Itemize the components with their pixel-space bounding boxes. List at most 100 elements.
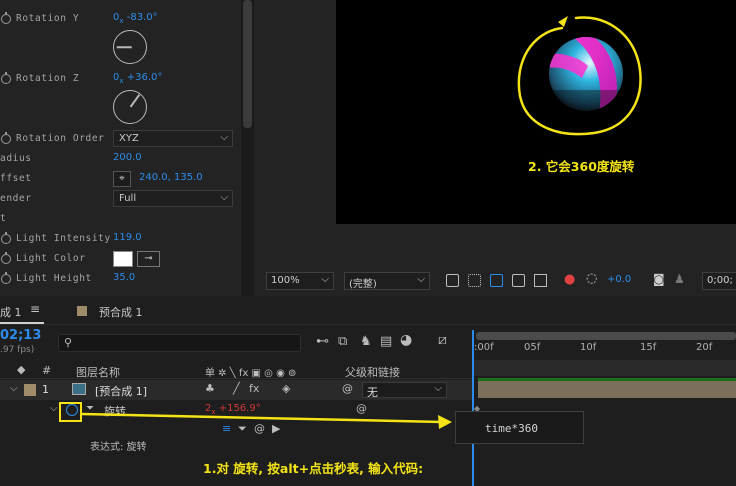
- pick-whip-icon[interactable]: @: [342, 382, 353, 395]
- chevron-down-icon[interactable]: ⌵: [50, 403, 58, 414]
- rotation-y-label: Rotation Y: [16, 13, 80, 24]
- fps-label: .97 fps): [0, 345, 35, 355]
- stopwatch-icon[interactable]: [1, 252, 11, 264]
- work-area-bar[interactable]: [476, 332, 736, 340]
- light-height-label: Light Height: [16, 273, 92, 284]
- hide-shy-layers-icon[interactable]: ♞: [360, 334, 372, 349]
- chevron-down-icon: ⌵: [220, 192, 228, 203]
- offset-value[interactable]: 240.0, 135.0: [139, 172, 203, 183]
- rotation-z-row: Rotation Z 0x +36.0°: [0, 69, 240, 89]
- radius-row: adius 200.0: [0, 149, 240, 169]
- color-management-icon[interactable]: ◌: [586, 271, 597, 286]
- region-of-interest-icon[interactable]: [512, 274, 525, 287]
- comp-mini-flowchart-icon[interactable]: ⊷: [316, 334, 329, 349]
- graph-editor-icon[interactable]: ⧄: [438, 332, 447, 348]
- annotation-instructions: 1.对 旋转, 按alt+点击秒表, 输入代码:: [203, 461, 424, 476]
- motion-blur-icon[interactable]: ◕: [400, 332, 412, 348]
- stopwatch-icon[interactable]: [1, 232, 11, 244]
- chevron-down-icon: ⌵: [417, 274, 425, 285]
- light-intensity-row: Light Intensity 119.0: [0, 229, 240, 249]
- show-snapshot-icon[interactable]: ♟: [674, 272, 685, 286]
- stopwatch-icon[interactable]: [1, 72, 11, 84]
- rotation-z-dial[interactable]: [113, 90, 147, 124]
- transparency-grid-icon[interactable]: [468, 274, 481, 287]
- expression-label: 表达式: 旋转: [90, 442, 147, 453]
- stopwatch-icon[interactable]: [1, 132, 11, 144]
- light-intensity-value[interactable]: 119.0: [113, 232, 142, 243]
- annotation-arrow: [81, 412, 452, 429]
- light-height-value[interactable]: 35.0: [113, 272, 135, 283]
- mask-visibility-icon[interactable]: [490, 274, 503, 287]
- rotation-order-label: Rotation Order: [16, 133, 105, 144]
- camera-snapshot-icon[interactable]: ◙: [653, 272, 665, 286]
- tab-menu-icon[interactable]: ≡: [30, 302, 40, 316]
- ruler-tick-label: 20f: [696, 342, 713, 353]
- current-time-box[interactable]: 0;00;: [702, 272, 736, 290]
- tab-precomp-1[interactable]: 预合成 1: [99, 304, 143, 320]
- parent-dropdown[interactable]: 无 ⌵: [362, 382, 447, 399]
- shy-switch-icon[interactable]: ♣: [205, 382, 215, 395]
- quality-switch-icon[interactable]: ╱: [233, 382, 240, 395]
- radius-value[interactable]: 200.0: [113, 152, 142, 163]
- chevron-down-icon[interactable]: ⌵: [10, 383, 18, 394]
- resolution-dropdown[interactable]: (完整) ⌵: [344, 272, 430, 290]
- eyedropper-icon[interactable]: ⊸: [137, 251, 160, 267]
- light-group-row: t: [0, 209, 240, 229]
- light-color-label: Light Color: [16, 253, 86, 264]
- rotation-z-label: Rotation Z: [16, 73, 80, 84]
- ruler-tick-label: 10f: [580, 342, 597, 353]
- scroll-thumb[interactable]: [243, 0, 252, 128]
- rotation-order-dropdown[interactable]: XYZ ⌵: [113, 130, 233, 147]
- composition-canvas[interactable]: [336, 0, 736, 224]
- tab-composition-1[interactable]: 成 1: [0, 304, 22, 320]
- search-icon: ⚲: [64, 336, 73, 349]
- stopwatch-icon[interactable]: [1, 272, 11, 284]
- light-color-row: Light Color ⊸: [0, 249, 240, 269]
- layer-index: 1: [42, 383, 49, 396]
- rotation-y-value[interactable]: 0x -83.0°: [113, 12, 158, 25]
- effect-controls-scrollbar[interactable]: [241, 0, 254, 296]
- render-dropdown[interactable]: Full ⌵: [113, 190, 233, 207]
- layer-color-swatch[interactable]: [24, 384, 36, 396]
- tab-color-swatch: [77, 306, 87, 316]
- snapshot-region-icon[interactable]: [446, 274, 459, 287]
- stopwatch-icon[interactable]: [1, 12, 11, 24]
- playhead[interactable]: [472, 330, 474, 486]
- crosshair-icon[interactable]: ⌖: [113, 171, 131, 187]
- active-tab-underline: [0, 322, 44, 324]
- light-group-label: t: [0, 213, 7, 224]
- ruler-tick-label: 15f: [640, 342, 657, 353]
- expression-code[interactable]: time*360: [485, 422, 538, 435]
- grid-guides-icon[interactable]: [534, 274, 547, 287]
- layer-name[interactable]: [预合成 1]: [95, 383, 147, 399]
- channel-rgb-icon[interactable]: ●: [564, 272, 575, 287]
- zoom-dropdown[interactable]: 100% ⌵: [266, 272, 334, 290]
- offset-label: ffset: [0, 173, 32, 184]
- annotation-stopwatch-highlight: [59, 402, 82, 422]
- layer-row[interactable]: ⌵ 1 [预合成 1] ♣ ╱ fx ◈ @ 无 ⌵: [0, 380, 472, 400]
- annotation-arrow-head: [558, 16, 568, 27]
- exposure-value[interactable]: +0.0: [607, 274, 631, 285]
- layer-search-input[interactable]: ⚲: [58, 334, 301, 352]
- radius-label: adius: [0, 153, 32, 164]
- render-label: ender: [0, 193, 32, 204]
- rotation-y-dial[interactable]: [113, 30, 147, 64]
- viewer-toolbar: 100% ⌵ (完整) ⌵ ● ◌ +0.0 ◙ ♟ 0;00;: [262, 268, 736, 294]
- layer-duration-bar[interactable]: [478, 381, 736, 398]
- light-color-swatch[interactable]: [113, 251, 133, 267]
- annotation-rotate-360: 2. 它会360度旋转: [528, 159, 635, 174]
- chevron-down-icon: ⌵: [321, 274, 329, 285]
- effect-controls-panel: Rotation Y 0x -83.0° Rotation Z 0x +36.0…: [0, 0, 256, 296]
- precomp-thumbnail-icon: [72, 383, 86, 395]
- current-timecode[interactable]: 02;13: [0, 328, 41, 343]
- adjustment-switch-icon[interactable]: ◈: [282, 382, 290, 395]
- offset-row: ffset ⌖ 240.0, 135.0: [0, 169, 240, 189]
- draft-3d-icon[interactable]: ⧉: [338, 334, 347, 349]
- light-height-row: Light Height 35.0: [0, 269, 240, 289]
- fx-switch-icon[interactable]: fx: [249, 382, 259, 395]
- rotation-z-value[interactable]: 0x +36.0°: [113, 72, 162, 85]
- ruler-track: [472, 360, 736, 376]
- frame-blending-icon[interactable]: ▤: [380, 334, 392, 349]
- ruler-tick-label: :00f: [474, 342, 494, 353]
- chevron-down-icon: ⌵: [220, 132, 228, 143]
